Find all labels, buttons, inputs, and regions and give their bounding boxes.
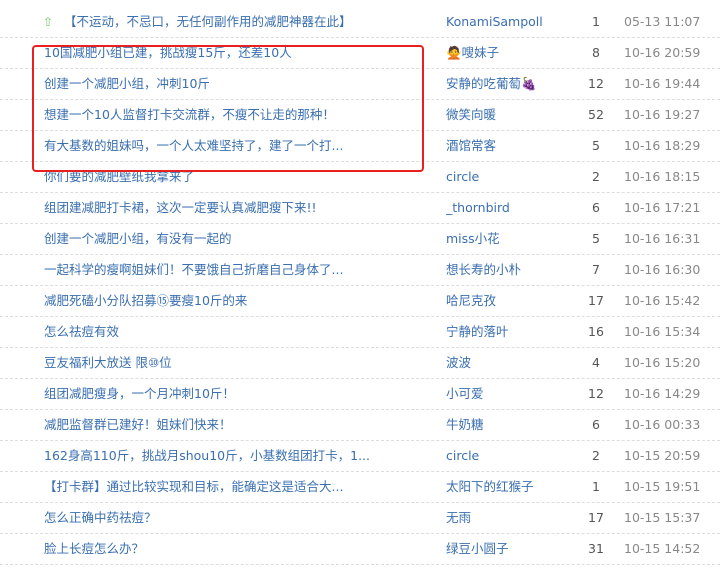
last-reply-time: 10-15 20:59: [624, 448, 701, 463]
topic-author-link[interactable]: 宁静的落叶: [446, 324, 566, 340]
topic-author-link[interactable]: KonamiSampoll: [446, 14, 566, 30]
reply-count: 12: [588, 76, 604, 91]
reply-count: 1: [592, 479, 600, 494]
reply-count: 4: [592, 355, 600, 370]
topic-author-link[interactable]: 太阳下的红猴子: [446, 479, 566, 495]
topic-author-link[interactable]: 小可爱: [446, 386, 566, 402]
table-row: 162身高110斤，挑战月shou10斤，小基数组团打卡，1... circle…: [0, 441, 720, 472]
reply-count: 16: [588, 324, 604, 339]
topic-author-link[interactable]: 哈尼克孜: [446, 293, 566, 309]
topic-title-link[interactable]: 创建一个减肥小组，冲刺10斤: [44, 76, 434, 92]
topic-title-link[interactable]: 【打卡群】通过比较实现和目标，能确定这是适合大...: [44, 479, 434, 495]
topic-author-link[interactable]: 无雨: [446, 510, 566, 526]
last-reply-time: 10-16 19:27: [624, 107, 701, 122]
table-row: 10国减肥小组已建，挑战瘦15斤，还差10人 🙅嗖妹子 8 10-16 20:5…: [0, 38, 720, 69]
reply-count: 17: [588, 510, 604, 525]
topic-title-link[interactable]: 组团减肥瘦身，一个月冲刺10斤！: [44, 386, 434, 402]
reply-count: 17: [588, 293, 604, 308]
topic-title-link[interactable]: 【不运动，不忌口，无任何副作用的减肥神器在此】: [64, 14, 454, 30]
reply-count: 1: [592, 14, 600, 29]
table-row: 组团减肥瘦身，一个月冲刺10斤！ 小可爱 12 10-16 14:29: [0, 379, 720, 410]
table-row: 你们要的减肥壁纸我拿来了 circle 2 10-16 18:15: [0, 162, 720, 193]
table-row: 创建一个减肥小组，冲刺10斤 安静的吃葡萄🍇 12 10-16 19:44: [0, 69, 720, 100]
topic-author-link[interactable]: circle: [446, 169, 566, 185]
reply-count: 31: [588, 541, 604, 556]
table-row: 怎么正确中药祛痘？ 无雨 17 10-15 15:37: [0, 503, 720, 534]
topic-title-link[interactable]: 有大基数的姐妹吗，一个人太难坚持了，建了一个打...: [44, 138, 434, 154]
last-reply-time: 05-13 11:07: [624, 14, 701, 29]
last-reply-time: 10-16 16:31: [624, 231, 701, 246]
reply-count: 6: [592, 200, 600, 215]
last-reply-time: 10-16 17:21: [624, 200, 701, 215]
reply-count: 5: [592, 231, 600, 246]
last-reply-time: 10-16 14:29: [624, 386, 701, 401]
reply-count: 52: [588, 107, 604, 122]
topic-author-link[interactable]: 安静的吃葡萄🍇: [446, 76, 566, 92]
topic-title-link[interactable]: 10国减肥小组已建，挑战瘦15斤，还差10人: [44, 45, 434, 61]
topic-list: ⇧ 【不运动，不忌口，无任何副作用的减肥神器在此】 KonamiSampoll …: [0, 7, 720, 565]
pinned-arrow-icon: ⇧: [43, 15, 54, 29]
reply-count: 2: [592, 448, 600, 463]
topic-author-link[interactable]: miss小花: [446, 231, 566, 247]
topic-title-link[interactable]: 一起科学的瘦啊姐妹们！不要饿自己折磨自己身体了...: [44, 262, 434, 278]
last-reply-time: 10-15 15:37: [624, 510, 701, 525]
table-row: 一起科学的瘦啊姐妹们！不要饿自己折磨自己身体了... 想长寿的小朴 7 10-1…: [0, 255, 720, 286]
last-reply-time: 10-15 14:52: [624, 541, 701, 556]
last-reply-time: 10-16 18:29: [624, 138, 701, 153]
reply-count: 7: [592, 262, 600, 277]
topic-title-link[interactable]: 创建一个减肥小组，有没有一起的: [44, 231, 434, 247]
table-row: 豆友福利大放送 限⑩位 波波 4 10-16 15:20: [0, 348, 720, 379]
last-reply-time: 10-16 20:59: [624, 45, 701, 60]
table-row: 有大基数的姐妹吗，一个人太难坚持了，建了一个打... 酒馆常客 5 10-16 …: [0, 131, 720, 162]
topic-author-link[interactable]: circle: [446, 448, 566, 464]
last-reply-time: 10-16 15:34: [624, 324, 701, 339]
last-reply-time: 10-16 19:44: [624, 76, 701, 91]
last-reply-time: 10-16 18:15: [624, 169, 701, 184]
topic-title-link[interactable]: 减肥死磕小分队招募⑮要瘦10斤的来: [44, 293, 434, 309]
last-reply-time: 10-15 19:51: [624, 479, 701, 494]
table-row: 想建一个10人监督打卡交流群，不瘦不让走的那种！ 微笑向暖 52 10-16 1…: [0, 100, 720, 131]
last-reply-time: 10-16 15:42: [624, 293, 701, 308]
reply-count: 2: [592, 169, 600, 184]
last-reply-time: 10-16 00:33: [624, 417, 701, 432]
topic-author-link[interactable]: _thornbird: [446, 200, 566, 216]
reply-count: 12: [588, 386, 604, 401]
reply-count: 5: [592, 138, 600, 153]
topic-title-link[interactable]: 组团建减肥打卡裙，这次一定要认真减肥瘦下来!!: [44, 200, 434, 216]
table-row: 怎么祛痘有效 宁静的落叶 16 10-16 15:34: [0, 317, 720, 348]
topic-title-link[interactable]: 怎么正确中药祛痘？: [44, 510, 434, 526]
topic-author-link[interactable]: 酒馆常客: [446, 138, 566, 154]
table-row: 减肥监督群已建好！姐妹们快来！ 牛奶糖 6 10-16 00:33: [0, 410, 720, 441]
topic-author-link[interactable]: 想长寿的小朴: [446, 262, 566, 278]
topic-title-link[interactable]: 脸上长痘怎么办？: [44, 541, 434, 557]
topic-author-link[interactable]: 波波: [446, 355, 566, 371]
reply-count: 8: [592, 45, 600, 60]
topic-author-link[interactable]: 微笑向暖: [446, 107, 566, 123]
topic-author-link[interactable]: 牛奶糖: [446, 417, 566, 433]
topic-title-link[interactable]: 想建一个10人监督打卡交流群，不瘦不让走的那种！: [44, 107, 434, 123]
table-row: 【打卡群】通过比较实现和目标，能确定这是适合大... 太阳下的红猴子 1 10-…: [0, 472, 720, 503]
last-reply-time: 10-16 16:30: [624, 262, 701, 277]
topic-title-link[interactable]: 162身高110斤，挑战月shou10斤，小基数组团打卡，1...: [44, 448, 434, 464]
topic-title-link[interactable]: 豆友福利大放送 限⑩位: [44, 355, 434, 371]
topic-author-link[interactable]: 🙅嗖妹子: [446, 45, 566, 61]
table-row: 组团建减肥打卡裙，这次一定要认真减肥瘦下来!! _thornbird 6 10-…: [0, 193, 720, 224]
topic-title-link[interactable]: 减肥监督群已建好！姐妹们快来！: [44, 417, 434, 433]
topic-title-link[interactable]: 你们要的减肥壁纸我拿来了: [44, 169, 434, 185]
table-row: 脸上长痘怎么办？ 绿豆小圆子 31 10-15 14:52: [0, 534, 720, 565]
table-row: ⇧ 【不运动，不忌口，无任何副作用的减肥神器在此】 KonamiSampoll …: [0, 7, 720, 38]
table-row: 创建一个减肥小组，有没有一起的 miss小花 5 10-16 16:31: [0, 224, 720, 255]
reply-count: 6: [592, 417, 600, 432]
topic-title-link[interactable]: 怎么祛痘有效: [44, 324, 434, 340]
topic-author-link[interactable]: 绿豆小圆子: [446, 541, 566, 557]
last-reply-time: 10-16 15:20: [624, 355, 701, 370]
table-row: 减肥死磕小分队招募⑮要瘦10斤的来 哈尼克孜 17 10-16 15:42: [0, 286, 720, 317]
